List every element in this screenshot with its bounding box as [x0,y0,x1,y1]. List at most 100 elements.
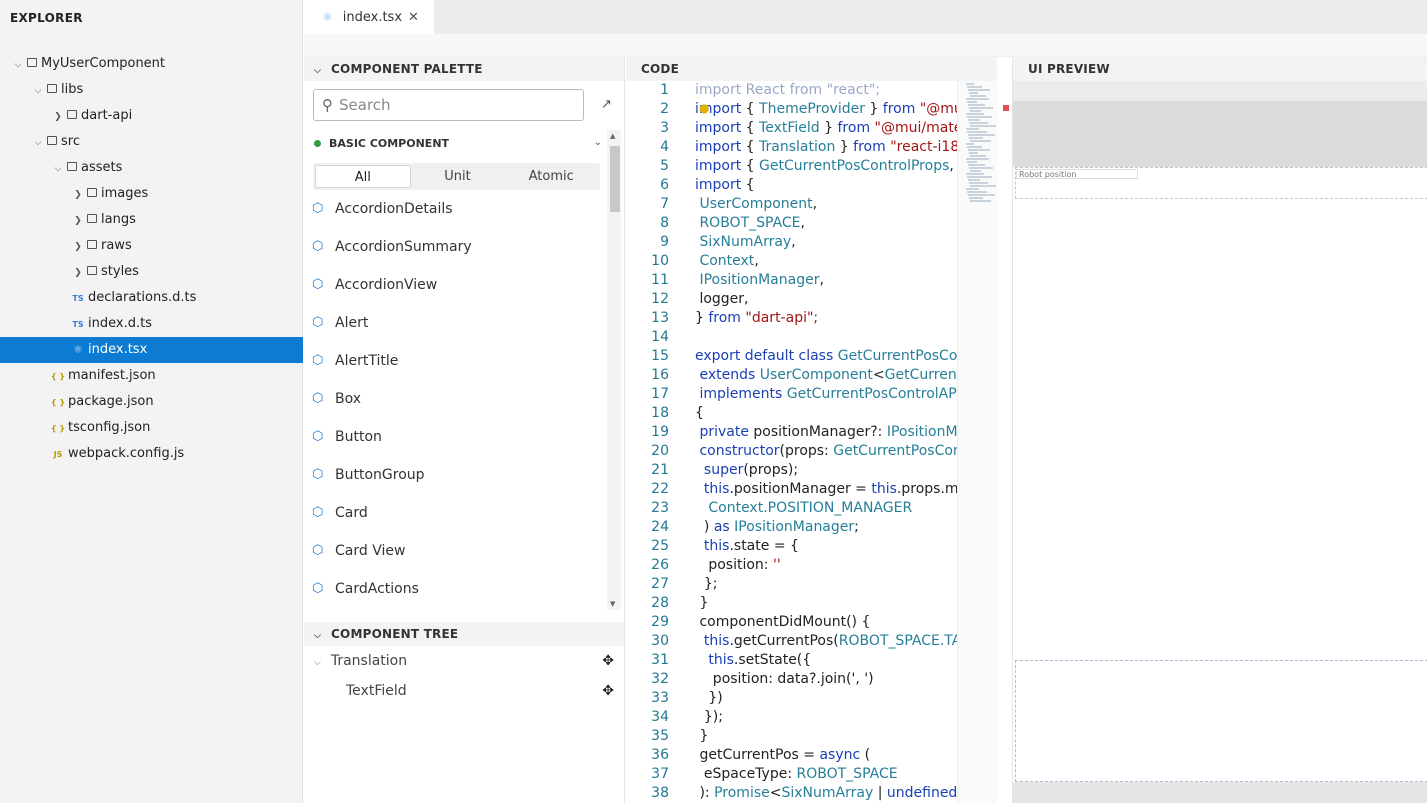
file-tree-label: libs [61,82,84,97]
code-text: private positionManager?: IPositionMan [699,424,957,440]
chevron-right-icon[interactable]: ❯ [73,208,83,234]
lightbulb-icon[interactable]: ● [699,101,709,115]
code-line: 12 logger, [626,290,997,309]
minimap-line [967,161,977,163]
line-number: 31 [651,652,669,668]
scroll-up-icon[interactable]: ▲ [610,132,615,140]
preview-drop-zone[interactable] [1015,660,1427,782]
line-number: 22 [651,481,669,497]
component-tree-item[interactable]: ⌵ Translation ✥ [304,646,624,676]
explorer-panel: EXPLORER ⌵ MyUserComponent ⌵ libs ❯ dart-api ⌵… [0,0,303,803]
line-number: 34 [651,709,669,725]
chevron-right-icon[interactable]: ❯ [73,182,83,208]
close-icon[interactable]: ✕ [408,10,419,25]
code-text: logger, [695,291,749,307]
scroll-down-icon[interactable]: ▼ [610,600,615,608]
line-number: 4 [660,139,669,155]
palette-scrollbar[interactable]: ▲ ▼ [607,130,621,610]
drag-move-icon[interactable]: ✥ [602,646,614,676]
chevron-down-icon[interactable]: ⌵ [53,156,63,182]
minimap-line [970,200,991,202]
preview-translation-box[interactable]: Robot position [1015,167,1427,199]
component-item[interactable]: ⬡ Button [304,418,606,456]
drag-move-icon[interactable]: ✥ [602,676,614,706]
component-item[interactable]: ⬡ CardActions [304,570,606,608]
component-item-label: Card View [335,543,406,559]
file-tree-item[interactable]: { } package.json [0,389,303,415]
line-number: 13 [651,310,669,326]
component-item[interactable]: ⬡ Alert [304,304,606,342]
javascript-file-icon: JS [53,450,63,459]
component-item[interactable]: ⬡ ButtonGroup [304,456,606,494]
basic-component-group-header[interactable]: BASIC COMPONENT ⌄ [314,137,604,155]
component-item[interactable]: ⬡ AlertTitle [304,342,606,380]
tab-atomic[interactable]: Atomic [504,165,598,188]
component-item[interactable]: ⬡ Card [304,494,606,532]
search-input[interactable]: ⚲ Search [313,89,584,121]
tab-all[interactable]: All [315,165,411,188]
palette-header[interactable]: ⌵ COMPONENT PALETTE [304,57,624,81]
json-file-icon: { } [50,424,66,433]
component-item[interactable]: ⬡ Card View [304,532,606,570]
file-tree-item[interactable]: ❯ images [0,181,303,207]
file-tree-item[interactable]: ⌵ assets [0,155,303,181]
component-item[interactable]: ⬡ Box [304,380,606,418]
line-number: 18 [651,405,669,421]
chevron-down-icon: ⌄ [593,137,602,148]
component-item-label: ButtonGroup [335,467,425,483]
minimap-line [967,146,982,148]
file-tree-item[interactable]: TS declarations.d.ts [0,285,303,311]
tab-unit[interactable]: Unit [411,165,505,188]
component-item[interactable]: ⬡ AccordionSummary [304,228,606,266]
line-number: 24 [651,519,669,535]
file-tree-item[interactable]: ❯ raws [0,233,303,259]
file-tree-item[interactable]: { } tsconfig.json [0,415,303,441]
scrollbar-thumb[interactable] [610,146,620,212]
file-tree-item[interactable]: TS index.d.ts [0,311,303,337]
file-tree-item[interactable]: ❯ styles [0,259,303,285]
react-icon: ⚛ [322,10,333,24]
code-text: }); [695,709,723,725]
file-tree-label: webpack.config.js [68,446,185,461]
robot-position-textfield[interactable]: Robot position [1016,169,1138,179]
chevron-down-icon[interactable]: ⌵ [33,130,43,156]
component-tree-header[interactable]: ⌵ COMPONENT TREE [304,622,624,646]
chevron-down-icon[interactable]: ⌵ [13,52,23,78]
file-tree-label: tsconfig.json [68,420,151,435]
code-line: 23 Context.POSITION_MANAGER [626,499,997,518]
folder-icon [27,58,37,67]
file-tree-label: images [101,186,149,201]
file-tree-item[interactable]: ⚛ index.tsx [0,337,303,363]
cube-icon: ⬡ [312,581,324,596]
component-item-label: Box [335,391,362,407]
file-tree-item[interactable]: ❯ langs [0,207,303,233]
code-text: import { ThemeProvider } from "@mui/m [695,101,957,117]
chevron-right-icon[interactable]: ❯ [53,104,63,130]
cube-icon: ⬡ [312,239,324,254]
file-tree-item[interactable]: ❯ dart-api [0,103,303,129]
file-tree-item[interactable]: ⌵ libs [0,77,303,103]
file-tree-label: assets [81,160,123,175]
file-tree-item[interactable]: { } manifest.json [0,363,303,389]
code-text: }) [695,690,723,706]
minimap[interactable] [957,81,997,803]
component-item[interactable]: ⬡ AccordionView [304,266,606,304]
component-tree-item[interactable]: TextField ✥ [304,676,624,706]
minimap-line [968,164,985,166]
component-item[interactable]: ⬡ AccordionDetails [304,190,606,228]
file-tree-item[interactable]: ⌵ MyUserComponent [0,51,303,77]
minimap-line [968,119,980,121]
code-text: export default class GetCurrentPosContr [695,348,957,364]
code-text: import { TextField } from "@mui/materia [695,120,957,136]
popout-icon[interactable]: ↗ [601,97,612,112]
chevron-down-icon[interactable]: ⌵ [33,78,43,104]
chevron-down-icon[interactable]: ⌵ [314,658,321,668]
chevron-right-icon[interactable]: ❯ [73,234,83,260]
line-number: 7 [660,196,669,212]
chevron-right-icon[interactable]: ❯ [73,260,83,286]
file-tree-item[interactable]: JS webpack.config.js [0,441,303,467]
tab-index-tsx[interactable]: ⚛ index.tsx ✕ [304,0,434,34]
minimap-line [968,89,990,91]
file-tree-item[interactable]: ⌵ src [0,129,303,155]
code-editor[interactable]: 1 import React from "react"; 2 import { The… [626,81,997,803]
